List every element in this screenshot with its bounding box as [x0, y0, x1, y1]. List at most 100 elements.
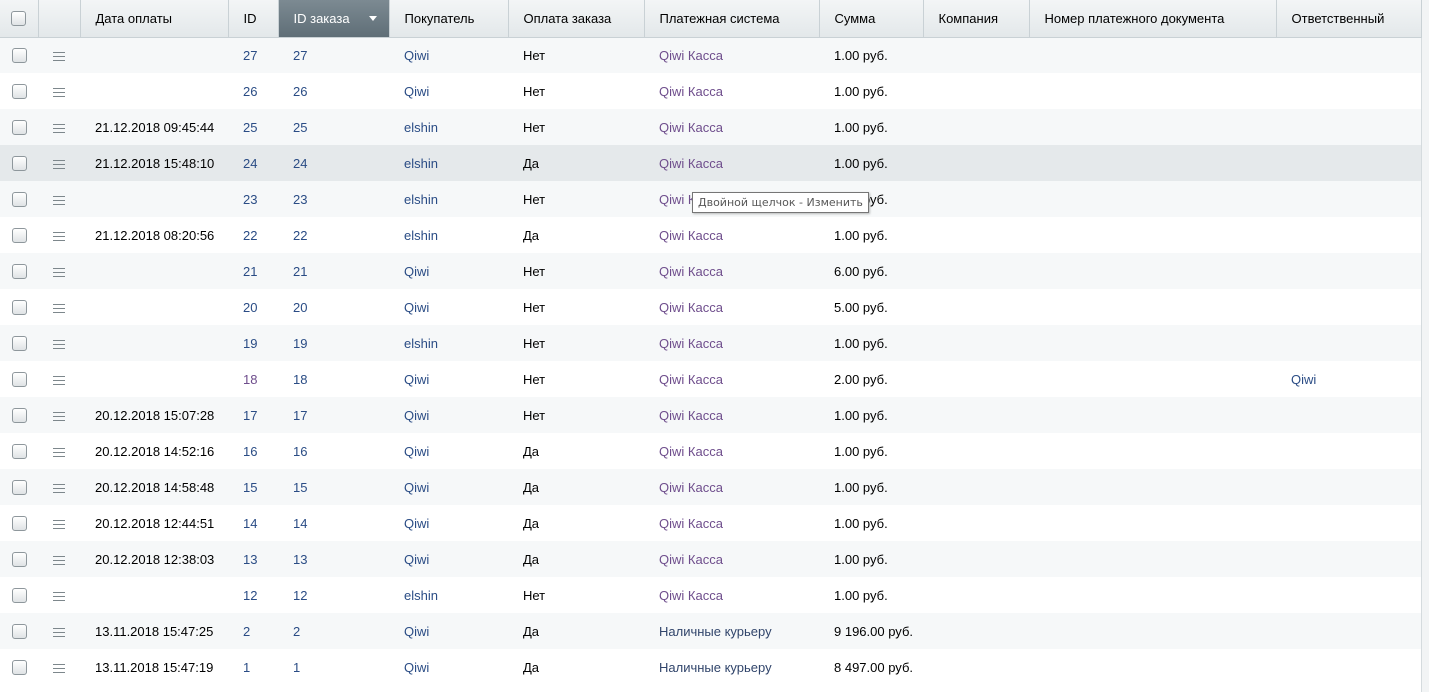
cell-link-order-id[interactable]: 21: [293, 264, 307, 279]
table-row[interactable]: 21.12.2018 08:20:56 22 22 elshin Да Qiwi Касс…: [0, 217, 1421, 253]
table-row[interactable]: 21.12.2018 09:45:44 25 25 elshin Нет Qiwi Кас…: [0, 109, 1421, 145]
row-checkbox[interactable]: [11, 444, 27, 460]
cell-link-id[interactable]: 12: [243, 588, 257, 603]
cell-link-order-id[interactable]: 25: [293, 120, 307, 135]
column-header-id[interactable]: ID: [228, 0, 279, 38]
table-row[interactable]: 20 20 Qiwi Нет Qiwi Касса 5.00 руб.: [0, 289, 1421, 325]
cell-link-order-id[interactable]: 12: [293, 588, 307, 603]
cell-link-buyer[interactable]: elshin: [404, 156, 438, 171]
cell-link-order-id[interactable]: 26: [293, 84, 307, 99]
cell-link-buyer[interactable]: Qiwi: [404, 480, 429, 495]
cell-link-pay-system[interactable]: Qiwi Касса: [659, 480, 723, 495]
cell-link-pay-system[interactable]: Наличные курьеру: [659, 660, 772, 675]
cell-link-buyer[interactable]: Qiwi: [404, 264, 429, 279]
cell-link-buyer[interactable]: Qiwi: [404, 552, 429, 567]
cell-link-buyer[interactable]: elshin: [404, 228, 438, 243]
hamburger-menu-icon[interactable]: [53, 231, 65, 241]
vertical-scrollbar[interactable]: [1422, 0, 1429, 692]
cell-link-order-id[interactable]: 23: [293, 192, 307, 207]
cell-link-pay-system[interactable]: Qiwi Касса: [659, 516, 723, 531]
cell-link-order-id[interactable]: 2: [293, 624, 300, 639]
cell-link-pay-system[interactable]: Qiwi Касса: [659, 120, 723, 135]
hamburger-menu-icon[interactable]: [53, 483, 65, 493]
table-row[interactable]: 20.12.2018 12:44:51 14 14 Qiwi Да Qiwi Касса 1…: [0, 505, 1421, 541]
row-checkbox[interactable]: [11, 624, 27, 640]
hamburger-menu-icon[interactable]: [53, 51, 65, 61]
table-row[interactable]: 18 18 Qiwi Нет Qiwi Касса 2.00 руб. Qiwi: [0, 361, 1421, 397]
hamburger-menu-icon[interactable]: [53, 627, 65, 637]
table-row[interactable]: 21.12.2018 15:48:10 24 24 elshin Да Qiwi Касс…: [0, 145, 1421, 181]
cell-link-pay-system[interactable]: Qiwi Касса: [659, 552, 723, 567]
column-header-responsible[interactable]: Ответственный: [1276, 0, 1422, 38]
cell-link-id[interactable]: 22: [243, 228, 257, 243]
row-checkbox[interactable]: [11, 48, 27, 64]
cell-link-buyer[interactable]: elshin: [404, 588, 438, 603]
select-all-checkbox[interactable]: [11, 11, 27, 27]
row-checkbox[interactable]: [11, 480, 27, 496]
hamburger-menu-icon[interactable]: [53, 411, 65, 421]
cell-link-buyer[interactable]: Qiwi: [404, 84, 429, 99]
column-header-paid[interactable]: Оплата заказа: [508, 0, 645, 38]
cell-link-buyer[interactable]: Qiwi: [404, 408, 429, 423]
hamburger-menu-icon[interactable]: [53, 591, 65, 601]
hamburger-menu-icon[interactable]: [53, 663, 65, 673]
cell-link-buyer[interactable]: Qiwi: [404, 516, 429, 531]
hamburger-menu-icon[interactable]: [53, 195, 65, 205]
cell-link-pay-system[interactable]: Qiwi Касса: [659, 588, 723, 603]
table-row[interactable]: 19 19 elshin Нет Qiwi Касса 1.00 руб.: [0, 325, 1421, 361]
cell-link-pay-system[interactable]: Наличные курьеру: [659, 624, 772, 639]
cell-link-id[interactable]: 19: [243, 336, 257, 351]
cell-link-order-id[interactable]: 24: [293, 156, 307, 171]
cell-link-buyer[interactable]: elshin: [404, 192, 438, 207]
cell-link-pay-system[interactable]: Qiwi Касса: [659, 408, 723, 423]
cell-link-order-id[interactable]: 19: [293, 336, 307, 351]
cell-link-buyer[interactable]: Qiwi: [404, 624, 429, 639]
table-row[interactable]: 20.12.2018 14:52:16 16 16 Qiwi Да Qiwi Касса 1…: [0, 433, 1421, 469]
cell-link-id[interactable]: 26: [243, 84, 257, 99]
column-header-paid-date[interactable]: Дата оплаты: [80, 0, 229, 38]
cell-link-pay-system[interactable]: Qiwi Касса: [659, 336, 723, 351]
row-checkbox[interactable]: [11, 84, 27, 100]
cell-link-id[interactable]: 2: [243, 624, 250, 639]
cell-link-id[interactable]: 23: [243, 192, 257, 207]
cell-link-id[interactable]: 25: [243, 120, 257, 135]
row-checkbox[interactable]: [11, 372, 27, 388]
table-row[interactable]: 20.12.2018 15:07:28 17 17 Qiwi Нет Qiwi Касса…: [0, 397, 1421, 433]
table-row[interactable]: 13.11.2018 15:47:19 1 1 Qiwi Да Наличные курь…: [0, 649, 1421, 685]
cell-link-id[interactable]: 21: [243, 264, 257, 279]
table-row[interactable]: 21 21 Qiwi Нет Qiwi Касса 6.00 руб.: [0, 253, 1421, 289]
row-checkbox[interactable]: [11, 120, 27, 136]
hamburger-menu-icon[interactable]: [53, 123, 65, 133]
hamburger-menu-icon[interactable]: [53, 339, 65, 349]
row-checkbox[interactable]: [11, 264, 27, 280]
cell-link-id[interactable]: 18: [243, 372, 257, 387]
row-checkbox[interactable]: [11, 300, 27, 316]
cell-link-responsible[interactable]: Qiwi: [1291, 372, 1316, 387]
column-header-order-id[interactable]: ID заказа: [278, 0, 390, 38]
column-header-buyer[interactable]: Покупатель: [389, 0, 509, 38]
cell-link-buyer[interactable]: elshin: [404, 336, 438, 351]
cell-link-id[interactable]: 27: [243, 48, 257, 63]
table-row[interactable]: 13.11.2018 15:47:25 2 2 Qiwi Да Наличные курь…: [0, 613, 1421, 649]
cell-link-buyer[interactable]: Qiwi: [404, 48, 429, 63]
cell-link-pay-system[interactable]: Qiwi Касса: [659, 156, 723, 171]
row-checkbox[interactable]: [11, 552, 27, 568]
hamburger-menu-icon[interactable]: [53, 267, 65, 277]
hamburger-menu-icon[interactable]: [53, 87, 65, 97]
cell-link-buyer[interactable]: Qiwi: [404, 300, 429, 315]
actions-column-header[interactable]: [38, 0, 81, 38]
cell-link-order-id[interactable]: 18: [293, 372, 307, 387]
column-header-pay-system[interactable]: Платежная система: [644, 0, 820, 38]
row-checkbox[interactable]: [11, 516, 27, 532]
cell-link-id[interactable]: 13: [243, 552, 257, 567]
row-checkbox[interactable]: [11, 336, 27, 352]
cell-link-pay-system[interactable]: Qiwi Касса: [659, 372, 723, 387]
cell-link-id[interactable]: 20: [243, 300, 257, 315]
column-header-company[interactable]: Компания: [923, 0, 1030, 38]
cell-link-order-id[interactable]: 1: [293, 660, 300, 675]
cell-link-buyer[interactable]: Qiwi: [404, 444, 429, 459]
cell-link-buyer[interactable]: elshin: [404, 120, 438, 135]
column-header-sum[interactable]: Сумма: [819, 0, 924, 38]
row-checkbox[interactable]: [11, 228, 27, 244]
hamburger-menu-icon[interactable]: [53, 447, 65, 457]
